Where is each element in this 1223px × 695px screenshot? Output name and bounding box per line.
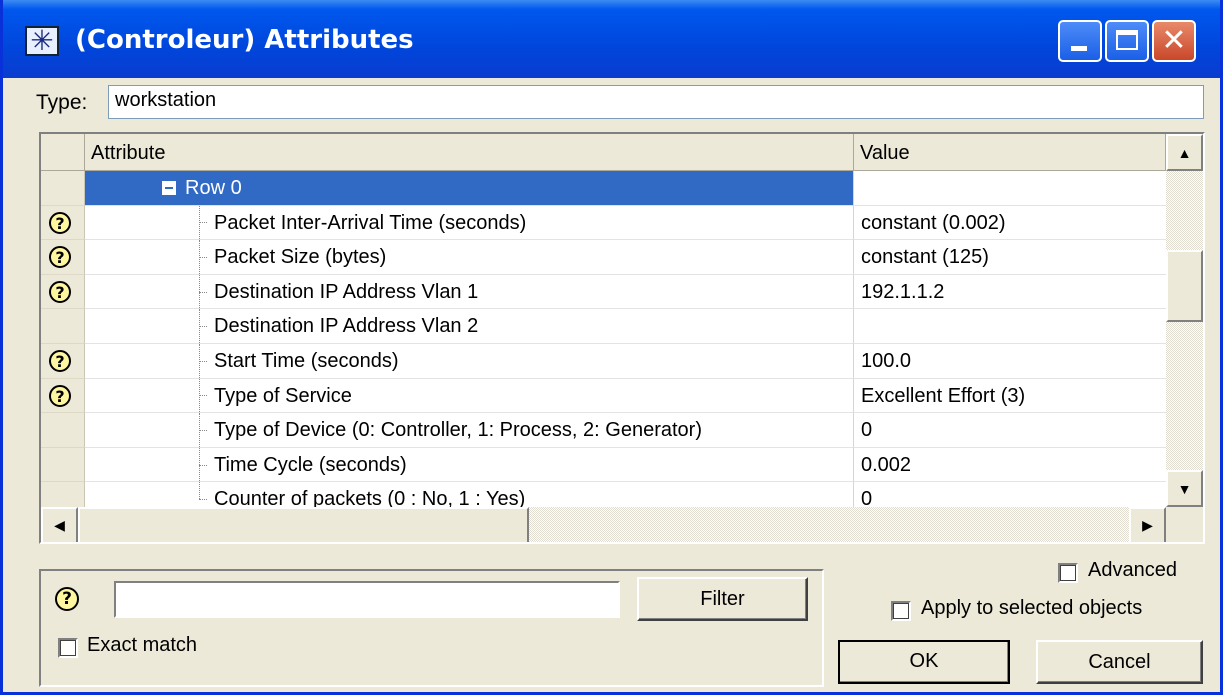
ok-button-label: OK	[909, 650, 939, 672]
arrow-left-icon: ◀	[54, 517, 65, 533]
table-row[interactable]: Destination IP Address Vlan 2	[41, 309, 1166, 344]
help-icon[interactable]: ?	[49, 384, 71, 407]
table-row[interactable]: ? Destination IP Address Vlan 1 192.1.1.…	[41, 274, 1166, 310]
cancel-button[interactable]: Cancel	[1036, 640, 1203, 684]
app-icon: ✳	[25, 26, 59, 56]
title-bar[interactable]: ✳ (Controleur) Attributes ✕	[3, 0, 1220, 78]
attribute-name: Type of Device (0: Controller, 1: Proces…	[214, 419, 702, 442]
attribute-value[interactable]: 192.1.1.2	[854, 275, 1166, 310]
horizontal-scrollbar[interactable]: ◀ ▶	[41, 507, 1166, 542]
apply-selected-label[interactable]: Apply to selected objects	[921, 597, 1142, 620]
filter-button[interactable]: Filter	[637, 577, 808, 621]
attribute-value[interactable]: 0.002	[854, 448, 1166, 483]
attribute-name: Destination IP Address Vlan 2	[214, 315, 479, 338]
horizontal-scroll-thumb[interactable]	[78, 507, 529, 542]
attribute-name: Type of Service	[214, 384, 352, 407]
close-button[interactable]: ✕	[1152, 20, 1196, 62]
help-icon[interactable]: ?	[55, 587, 79, 611]
grid-rows: Row 0 ? Packet Inter-Arrival Time (secon…	[41, 171, 1166, 517]
help-icon[interactable]: ?	[49, 211, 71, 234]
attribute-name: Packet Inter-Arrival Time (seconds)	[214, 211, 527, 234]
attribute-value[interactable]: constant (0.002)	[854, 206, 1166, 241]
help-icon[interactable]: ?	[49, 246, 71, 269]
scroll-down-button[interactable]: ▼	[1166, 470, 1203, 507]
header-value[interactable]: Value	[854, 134, 1166, 171]
minimize-button[interactable]	[1058, 20, 1102, 62]
table-row[interactable]: ? Start Time (seconds) 100.0	[41, 343, 1166, 379]
filter-input[interactable]	[114, 581, 620, 618]
header-icon-column	[41, 134, 85, 171]
scroll-right-button[interactable]: ▶	[1129, 507, 1166, 542]
attribute-value[interactable]: Excellent Effort (3)	[854, 379, 1166, 414]
table-row-group[interactable]: Row 0	[41, 171, 1166, 206]
table-row[interactable]: Type of Device (0: Controller, 1: Proces…	[41, 413, 1166, 448]
exact-match-label[interactable]: Exact match	[87, 634, 197, 657]
advanced-checkbox[interactable]	[1058, 563, 1078, 583]
scroll-up-button[interactable]: ▲	[1166, 134, 1203, 171]
vertical-scroll-thumb[interactable]	[1166, 250, 1203, 322]
arrow-down-icon: ▼	[1177, 480, 1192, 497]
minimize-icon	[1071, 46, 1087, 51]
attribute-value[interactable]	[854, 309, 1166, 344]
window-title: (Controleur) Attributes	[75, 25, 414, 55]
close-icon: ✕	[1161, 23, 1187, 58]
maximize-icon	[1116, 30, 1138, 50]
attribute-value[interactable]: 0	[854, 413, 1166, 448]
advanced-label[interactable]: Advanced	[1088, 559, 1177, 582]
attributes-dialog: ✳ (Controleur) Attributes ✕ Type: workst…	[0, 0, 1223, 695]
attribute-value[interactable]: constant (125)	[854, 240, 1166, 275]
attribute-name: Time Cycle (seconds)	[214, 453, 407, 476]
attribute-name: Start Time (seconds)	[214, 349, 399, 372]
arrow-up-icon: ▲	[1177, 144, 1192, 161]
filter-button-label: Filter	[700, 588, 745, 610]
table-row[interactable]: ? Packet Size (bytes) constant (125)	[41, 240, 1166, 275]
exact-match-checkbox[interactable]	[58, 638, 78, 658]
table-row[interactable]: ? Type of Service Excellent Effort (3)	[41, 378, 1166, 414]
attribute-name: Destination IP Address Vlan 1	[214, 280, 479, 303]
type-field[interactable]: workstation	[108, 85, 1204, 119]
arrow-right-icon: ▶	[1142, 517, 1153, 533]
table-row[interactable]: Time Cycle (seconds) 0.002	[41, 447, 1166, 483]
table-row[interactable]: ? Packet Inter-Arrival Time (seconds) co…	[41, 205, 1166, 241]
help-icon[interactable]: ?	[49, 280, 71, 303]
vertical-scrollbar[interactable]: ▲ ▼	[1166, 134, 1203, 507]
header-attribute[interactable]: Attribute	[85, 134, 854, 171]
collapse-icon[interactable]	[162, 181, 176, 195]
cancel-button-label: Cancel	[1088, 651, 1151, 673]
type-label: Type:	[36, 91, 88, 114]
apply-selected-checkbox[interactable]	[891, 601, 911, 621]
help-icon[interactable]: ?	[49, 349, 71, 372]
attribute-grid: Attribute Value Row 0 ? Packet Inter-Arr…	[39, 132, 1205, 544]
maximize-button[interactable]	[1105, 20, 1149, 62]
ok-button[interactable]: OK	[838, 640, 1010, 684]
attribute-name: Packet Size (bytes)	[214, 246, 387, 269]
scroll-corner	[1166, 507, 1203, 542]
attribute-value[interactable]: 100.0	[854, 344, 1166, 379]
group-row-label: Row 0	[185, 177, 242, 199]
scroll-left-button[interactable]: ◀	[41, 507, 78, 542]
